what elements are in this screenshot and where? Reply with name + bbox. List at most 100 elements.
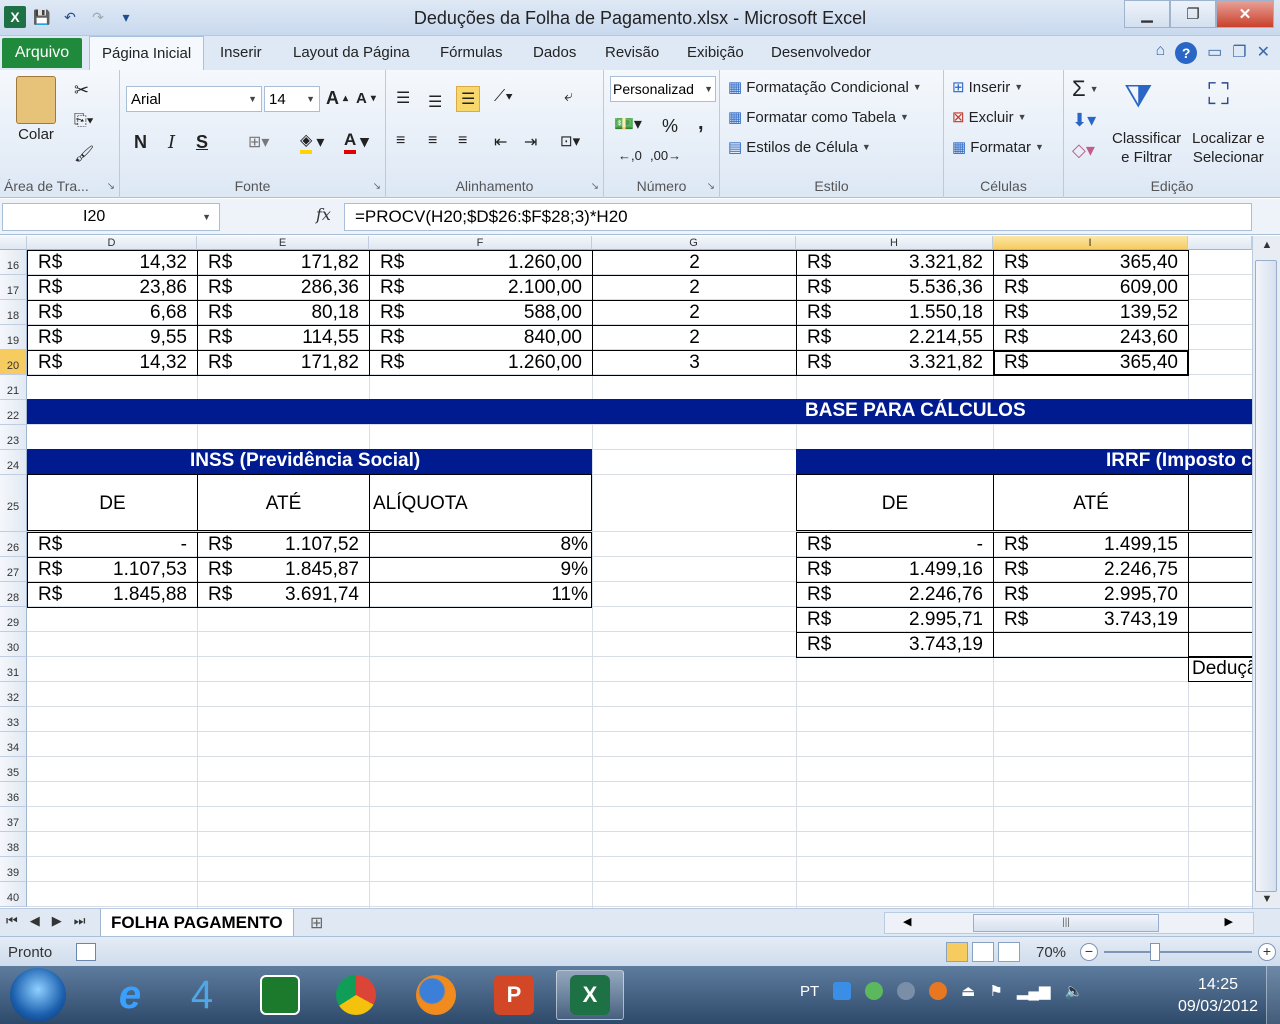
row-header-24[interactable]: 24 <box>0 450 27 475</box>
irrf-ate-28[interactable]: R$ 2.995,70 <box>993 582 1189 608</box>
insert-function-button[interactable]: fx <box>316 205 331 224</box>
accounting-format-icon[interactable]: 💵▾ <box>614 114 642 134</box>
scroll-up-icon[interactable]: ▲ <box>1253 236 1280 254</box>
sort-filter-button[interactable]: Classificar e Filtrar <box>1112 130 1181 166</box>
taskbar-firefox[interactable] <box>402 970 470 1020</box>
cell-styles-button[interactable]: ▤ Estilos de Célula ▼ <box>728 138 871 157</box>
cell-g16[interactable]: 2 <box>592 250 797 276</box>
cell-d16[interactable]: R$ 14,32 <box>27 250 198 276</box>
cell-e17[interactable]: R$ 286,36 <box>197 275 370 301</box>
inss-header-ate[interactable]: ATÉ <box>197 474 370 531</box>
borders-icon[interactable]: ⊞▾ <box>248 132 269 152</box>
cell-d18[interactable]: R$ 6,68 <box>27 300 198 326</box>
irrf-extra-26[interactable] <box>1188 532 1252 558</box>
row-header-16[interactable]: 16 <box>0 250 27 275</box>
inss-aliquota-26[interactable]: 8% <box>369 532 592 558</box>
close-button[interactable]: ✕ <box>1216 0 1274 28</box>
row-header-18[interactable]: 18 <box>0 300 27 325</box>
format-as-table-button[interactable]: ▦ Formatar como Tabela ▼ <box>728 108 909 127</box>
row-header-19[interactable]: 19 <box>0 325 27 350</box>
tab-home[interactable]: Página Inicial <box>89 36 205 70</box>
row-header-32[interactable]: 32 <box>0 682 27 707</box>
shrink-font-icon[interactable]: A ▾ <box>356 90 376 107</box>
row-header-25[interactable]: 25 <box>0 475 27 532</box>
irrf-de-28[interactable]: R$ 2.246,76 <box>796 582 994 608</box>
format-cells-button[interactable]: ▦ Formatar ▼ <box>952 138 1044 157</box>
vertical-scrollbar[interactable]: ▲ ▼ <box>1252 236 1280 908</box>
ribbon-collapse-icon[interactable]: ⌂ <box>1155 42 1165 64</box>
clipboard-launcher-icon[interactable]: ↘ <box>107 181 115 192</box>
scroll-left-icon[interactable]: ◀ <box>903 915 911 928</box>
cell-g17[interactable]: 2 <box>592 275 797 301</box>
cell-h19[interactable]: R$ 2.214,55 <box>796 325 994 351</box>
decrease-decimal-icon[interactable]: ,00→ <box>650 148 681 163</box>
tab-review[interactable]: Revisão <box>605 44 659 61</box>
fill-color-icon[interactable]: ◈ ▾ <box>300 130 324 154</box>
align-right-icon[interactable]: ≡ <box>458 132 467 150</box>
row-header-21[interactable]: 21 <box>0 375 27 400</box>
underline-button[interactable]: S <box>196 132 208 153</box>
number-launcher-icon[interactable]: ↘ <box>707 181 715 192</box>
cell-h20[interactable]: R$ 3.321,82 <box>796 350 994 376</box>
row-header-34[interactable]: 34 <box>0 732 27 757</box>
normal-view-button[interactable] <box>946 942 968 962</box>
row-header-39[interactable]: 39 <box>0 857 27 882</box>
conditional-formatting-button[interactable]: ▦ Formatação Condicional ▼ <box>728 78 922 97</box>
row-header-28[interactable]: 28 <box>0 582 27 607</box>
column-header-g[interactable]: G <box>592 236 796 250</box>
cell-e18[interactable]: R$ 80,18 <box>197 300 370 326</box>
maximize-button[interactable]: ❐ <box>1170 0 1216 28</box>
delete-cells-button[interactable]: ⊠ Excluir ▼ <box>952 108 1027 127</box>
grow-font-icon[interactable]: A ▴ <box>326 88 348 109</box>
row-header-35[interactable]: 35 <box>0 757 27 782</box>
inss-ate-26[interactable]: R$ 1.107,52 <box>197 532 370 558</box>
tab-page-layout[interactable]: Layout da Página <box>293 44 410 61</box>
prev-sheet-icon[interactable]: ◀ <box>30 913 40 929</box>
inss-de-26[interactable]: R$ - <box>27 532 198 558</box>
decrease-indent-icon[interactable]: ⇤ <box>494 132 507 152</box>
row-header-31[interactable]: 31 <box>0 657 27 682</box>
page-break-view-button[interactable] <box>998 942 1020 962</box>
tab-formulas[interactable]: Fórmulas <box>440 44 503 61</box>
window-minimize-icon[interactable]: ▭ <box>1207 42 1222 64</box>
cell-e20[interactable]: R$ 171,82 <box>197 350 370 376</box>
flag-icon[interactable]: ⚑ <box>989 982 1002 1000</box>
row-header-22[interactable]: 22 <box>0 400 27 425</box>
name-box[interactable]: I20 ▼ <box>2 203 220 231</box>
row-header-29[interactable]: 29 <box>0 607 27 632</box>
taskbar-game-app[interactable] <box>246 970 314 1020</box>
active-cell-i20[interactable]: R$ 365,40 <box>993 350 1189 376</box>
cell-f19[interactable]: R$ 840,00 <box>369 325 593 351</box>
cell-i19[interactable]: R$ 243,60 <box>993 325 1189 351</box>
scroll-down-icon[interactable]: ▼ <box>1253 890 1280 908</box>
language-indicator[interactable]: PT <box>800 983 819 1000</box>
irrf-header-de[interactable]: DE <box>796 474 994 531</box>
cell-g20[interactable]: 3 <box>592 350 797 376</box>
irrf-de-29[interactable]: R$ 2.995,71 <box>796 607 994 633</box>
cell-d20[interactable]: R$ 14,32 <box>27 350 198 376</box>
row-header-37[interactable]: 37 <box>0 807 27 832</box>
column-header-f[interactable]: F <box>369 236 592 250</box>
italic-button[interactable]: I <box>168 132 175 153</box>
zoom-in-button[interactable]: + <box>1258 943 1276 961</box>
clear-icon[interactable]: ◇▾ <box>1072 140 1095 161</box>
font-launcher-icon[interactable]: ↘ <box>373 181 381 192</box>
row-header-33[interactable]: 33 <box>0 707 27 732</box>
cell-e16[interactable]: R$ 171,82 <box>197 250 370 276</box>
insert-sheet-icon[interactable]: ⊞ <box>310 913 323 933</box>
page-layout-view-button[interactable] <box>972 942 994 962</box>
update-icon[interactable] <box>929 982 948 1000</box>
cell-d19[interactable]: R$ 9,55 <box>27 325 198 351</box>
font-name-select[interactable]: Arial ▼ <box>126 86 262 112</box>
inss-de-27[interactable]: R$ 1.107,53 <box>27 557 198 583</box>
scroll-right-icon[interactable]: ▶ <box>1225 915 1233 928</box>
align-bottom-icon[interactable]: ☰ <box>456 86 481 112</box>
worksheet-grid[interactable]: D E F G H I 16 17 18 19 20 21 22 23 24 25 26 27 28 29… <box>0 236 1252 908</box>
row-header-17[interactable]: 17 <box>0 275 27 300</box>
first-sheet-icon[interactable]: ⏮ <box>6 913 18 929</box>
volume-icon[interactable]: 🔈 <box>1065 982 1084 1000</box>
row-header-38[interactable]: 38 <box>0 832 27 857</box>
merge-center-icon[interactable]: ⊡▾ <box>560 132 580 150</box>
chevron-down-icon[interactable]: ▼ <box>202 212 211 222</box>
inss-header-de[interactable]: DE <box>27 474 198 531</box>
